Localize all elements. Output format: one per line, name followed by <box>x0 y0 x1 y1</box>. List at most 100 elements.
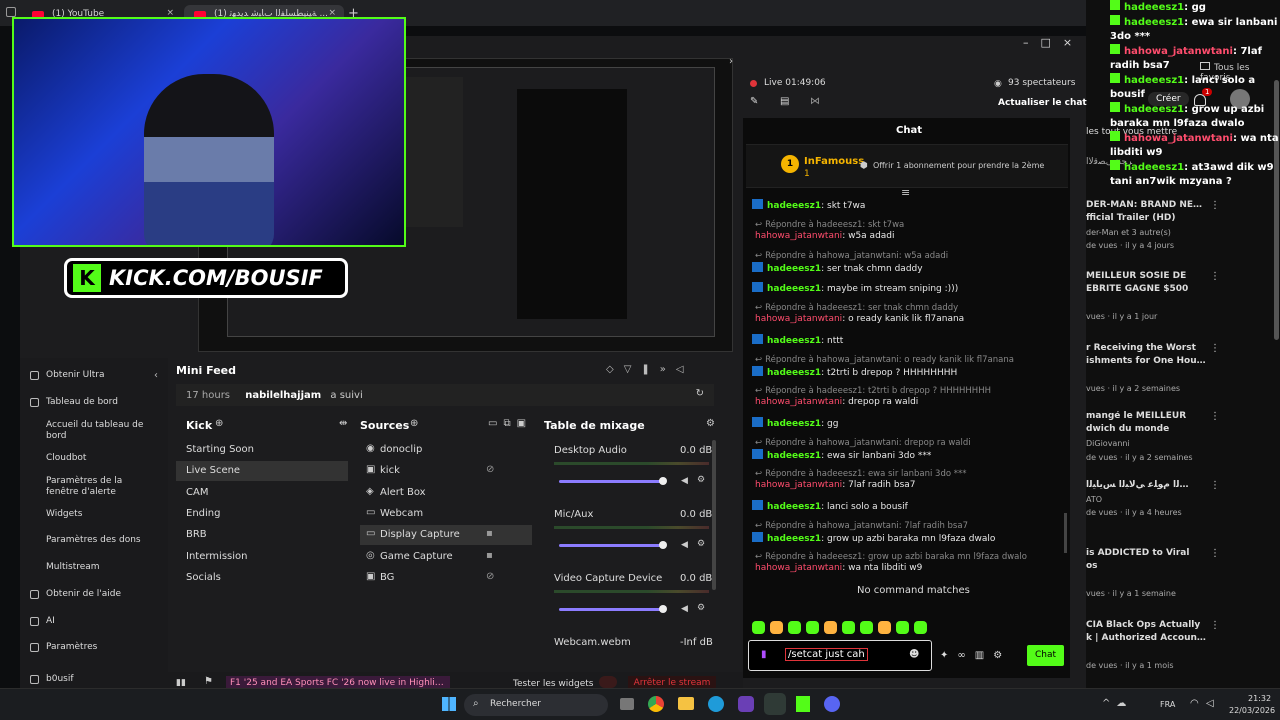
discord-icon[interactable] <box>824 696 840 712</box>
video-title-line2[interactable]: fficial Trailer (HD) <box>1086 213 1206 223</box>
chat-username[interactable]: hadeeesz1 <box>767 368 821 378</box>
chat-username[interactable]: hadeeesz1 <box>767 201 821 211</box>
edit-icon[interactable]: ✎ <box>750 96 758 107</box>
source-item[interactable]: ◉ donoclip <box>360 440 532 460</box>
sidebar-item[interactable]: Tableau de bord <box>46 397 146 408</box>
scene-item[interactable]: Starting Soon <box>176 440 348 460</box>
maximize-icon[interactable]: □ <box>1041 36 1063 49</box>
gear-icon[interactable]: ⚙ <box>697 539 705 549</box>
collapse-left-icon[interactable]: ‹ <box>154 370 158 381</box>
source-item[interactable]: ▣ BG ⊘ <box>360 568 532 588</box>
chat-username[interactable]: hadeeesz1 <box>767 502 821 512</box>
video-title[interactable]: mangé le MEILLEUR <box>1086 411 1206 421</box>
kick-coin-icon[interactable]: ✦ <box>940 650 957 661</box>
sidebar-item[interactable]: Cloudbot <box>46 453 144 464</box>
video-channel[interactable]: ATO <box>1086 495 1206 504</box>
chat-username[interactable]: hahowa_jatanwtani <box>755 314 842 324</box>
sidebar-item[interactable]: Obtenir Ultra <box>46 370 146 381</box>
video-title-line2[interactable]: dwich du monde <box>1086 424 1206 434</box>
chat-menu-icon[interactable]: ≡ <box>901 186 910 199</box>
chat-username[interactable]: hadeeesz1 <box>767 264 821 274</box>
shield-icon[interactable]: ◇ <box>606 364 624 375</box>
language-indicator[interactable]: FRA <box>1160 700 1175 709</box>
filter-icon[interactable]: ▽ <box>624 364 642 375</box>
video-title[interactable]: DER-MAN: BRAND NEW DAY <box>1086 200 1206 210</box>
source-item[interactable]: ▭ Webcam <box>360 504 532 524</box>
emote-icon[interactable] <box>788 621 801 634</box>
share-icon[interactable]: ⋈ <box>810 96 820 107</box>
chat-message[interactable]: hadeeesz1: ser tnak chmn daddy <box>752 262 923 274</box>
sidebar-item[interactable]: Paramètres de la fenêtre d'alerte <box>46 476 144 498</box>
scene-item[interactable]: Socials <box>176 568 348 588</box>
speaker-icon[interactable]: ◁ <box>676 364 694 375</box>
chat-message[interactable]: hadeeesz1: t2trti b drepop ? HHHHHHHH <box>752 366 957 378</box>
network-icon[interactable]: ☁ <box>1116 698 1132 709</box>
chat-message[interactable]: hadeeesz1: ewa sir lanbani 3do *** <box>752 449 931 461</box>
sidebar-item[interactable]: Accueil du tableau de bord <box>46 420 144 442</box>
video-title-line2[interactable]: os <box>1086 561 1206 571</box>
chevron-up-icon[interactable]: ^ <box>1102 698 1116 709</box>
visibility-off-icon[interactable]: ⊘ <box>486 571 494 582</box>
more-options-icon[interactable]: ⋮ <box>1210 200 1220 211</box>
gift-icon[interactable]: ▥ <box>975 650 993 661</box>
chat-message[interactable]: hahowa_jatanwtani: 7laf radih bsa7 <box>755 480 916 490</box>
source-item[interactable]: ▭ Display Capture ▪ <box>360 525 532 546</box>
streamlabs-icon[interactable] <box>738 696 754 712</box>
more-options-icon[interactable]: ⋮ <box>1210 271 1220 282</box>
source-item[interactable]: ▣ kick ⊘ <box>360 461 532 481</box>
gear-icon[interactable]: ⚙ <box>706 418 715 429</box>
sidebar-item[interactable]: Obtenir de l'aide <box>46 589 146 600</box>
lock-icon[interactable]: ▪ <box>486 550 493 561</box>
emote-icon[interactable] <box>860 621 873 634</box>
mixer-scrollbar[interactable] <box>712 440 716 590</box>
chat-username[interactable]: hadeeesz1 <box>767 284 821 294</box>
chat-message[interactable]: hadeeesz1: maybe im stream sniping :))) <box>752 282 958 294</box>
scene-item[interactable]: Intermission <box>176 547 348 567</box>
video-title[interactable]: MEILLEUR SOSIE DE <box>1086 271 1206 281</box>
sidebar-item[interactable]: AI <box>46 616 146 627</box>
source-item[interactable]: ◎ Game Capture ▪ <box>360 547 532 567</box>
volume-slider-handle[interactable] <box>659 477 667 485</box>
volume-slider[interactable] <box>559 608 663 611</box>
taskbar-search[interactable]: ⌕ Rechercher <box>464 694 608 716</box>
gear-icon[interactable]: ⚙ <box>697 475 705 485</box>
speaker-icon[interactable]: ◀ <box>681 604 688 614</box>
volume-slider[interactable] <box>559 480 663 483</box>
emote-icon[interactable] <box>770 621 783 634</box>
chat-username[interactable]: hahowa_jatanwtani <box>755 397 842 407</box>
chat-message[interactable]: hadeeesz1: grow up azbi baraka mn l9faza… <box>752 532 995 544</box>
gear-icon[interactable]: ⚙ <box>993 650 1011 661</box>
emote-icon[interactable] <box>878 621 891 634</box>
video-title[interactable]: CIA Black Ops Actually <box>1086 620 1206 630</box>
speaker-icon[interactable]: ◀ <box>681 476 688 486</box>
volume-slider-handle[interactable] <box>659 541 667 549</box>
source-item[interactable]: ◈ Alert Box <box>360 483 532 503</box>
chat-username[interactable]: hadeeesz1 <box>767 419 821 429</box>
video-channel[interactable]: der-Man et 3 autre(s) <box>1086 228 1206 237</box>
obs-app-icon[interactable] <box>764 693 786 715</box>
chat-input-box[interactable]: ▮ /setcat just cah ☻ <box>748 640 932 671</box>
mic-icon[interactable]: ▮ <box>761 649 767 660</box>
video-title-line2[interactable]: ishments for One Hour ... <box>1086 356 1206 366</box>
volume-slider[interactable] <box>559 544 663 547</box>
speaker-icon[interactable]: ◀ <box>681 540 688 550</box>
emote-icon[interactable] <box>824 621 837 634</box>
edge-icon[interactable] <box>708 696 724 712</box>
more-options-icon[interactable]: ⋮ <box>1210 411 1220 422</box>
chat-message[interactable]: hadeeesz1: nttt <box>752 334 843 346</box>
popout-icon[interactable]: ▤ <box>780 96 789 107</box>
send-chat-button[interactable]: Chat <box>1027 645 1064 666</box>
chat-username[interactable]: hahowa_jatanwtani <box>755 231 842 241</box>
chat-username[interactable]: hadeeesz1 <box>767 336 821 346</box>
wifi-icon[interactable]: ◠ <box>1190 698 1199 709</box>
video-title-line2[interactable]: k | Authorized Account | ... <box>1086 633 1206 643</box>
pinned-user[interactable]: InFamouss <box>804 156 864 167</box>
chat-input-text[interactable]: /setcat just cah <box>785 648 868 661</box>
chat-message[interactable]: hadeeesz1: gg <box>752 417 838 429</box>
add-scene-icon[interactable]: ⊕ <box>215 418 223 429</box>
skip-icon[interactable]: » <box>660 364 676 375</box>
chrome-icon[interactable] <box>648 696 664 712</box>
chat-username[interactable]: hadeeesz1 <box>767 451 821 461</box>
more-options-icon[interactable]: ⋮ <box>1210 620 1220 631</box>
scene-transition-icon[interactable]: ⇹ <box>339 418 347 429</box>
